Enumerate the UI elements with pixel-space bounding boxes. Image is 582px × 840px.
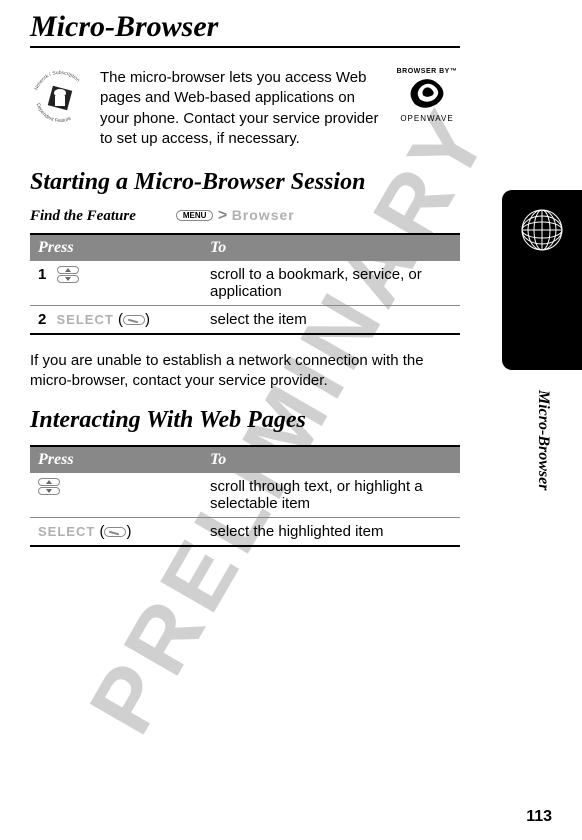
page-content: Micro-Browser Network / Subscription Dep… — [0, 0, 490, 547]
section-heading-starting: Starting a Micro-Browser Session — [30, 169, 460, 197]
side-tab — [502, 190, 582, 370]
paren-close: ) — [126, 523, 131, 540]
table-row: scroll through text, or highlight a sele… — [30, 473, 460, 518]
select-softkey-label: SELECT — [57, 312, 114, 327]
intro-row: Network / Subscription Dependent Feature… — [30, 68, 460, 149]
step-description: scroll through text, or highlight a sele… — [202, 473, 460, 518]
step-number: 2 — [38, 311, 46, 328]
step-number: 1 — [38, 266, 46, 283]
table-header-to: To — [202, 234, 460, 261]
find-the-feature-label: Find the Feature — [30, 208, 136, 225]
softkey-icon — [123, 315, 145, 325]
page-title: Micro-Browser — [30, 10, 460, 48]
instruction-table-1: Press To 1 scroll to a bookmark, service… — [30, 233, 460, 335]
after-table-paragraph: If you are unable to establish a network… — [30, 351, 460, 392]
table-row: SELECT () select the highlighted item — [30, 517, 460, 546]
globe-icon — [520, 208, 564, 252]
select-softkey-label: SELECT — [38, 524, 95, 539]
step-description: select the item — [202, 305, 460, 334]
table-header-press: Press — [30, 446, 202, 473]
scroll-key-icon — [57, 266, 79, 283]
down-arrow-icon — [38, 487, 60, 495]
intro-paragraph: The micro-browser lets you access Web pa… — [100, 68, 384, 149]
softkey-icon — [104, 527, 126, 537]
instruction-table-2: Press To scroll through text, or highlig… — [30, 445, 460, 547]
up-arrow-icon — [38, 478, 60, 486]
up-arrow-icon — [57, 266, 79, 274]
table-header-press: Press — [30, 234, 202, 261]
table-row: 2 SELECT () select the item — [30, 305, 460, 334]
breadcrumb-separator: > — [218, 207, 227, 224]
browser-by-label: BROWSER BY™ — [394, 68, 460, 75]
down-arrow-icon — [57, 275, 79, 283]
browser-menu-item: Browser — [232, 207, 295, 223]
find-the-feature-row: Find the Feature MENU > Browser — [30, 207, 460, 225]
paren-close: ) — [145, 311, 150, 328]
page-number: 113 — [526, 808, 552, 826]
browser-by-badge: BROWSER BY™ OPENWAVE — [394, 68, 460, 123]
scroll-key-icon — [38, 478, 60, 495]
network-subscription-dependent-feature-icon: Network / Subscription Dependent Feature — [30, 68, 90, 133]
table-header-to: To — [202, 446, 460, 473]
openwave-logo-icon — [402, 75, 452, 109]
side-section-label: Micro-Browser — [534, 390, 552, 490]
menu-key-icon: MENU — [176, 210, 214, 221]
step-description: scroll to a bookmark, service, or applic… — [202, 261, 460, 306]
section-heading-interacting: Interacting With Web Pages — [30, 407, 460, 435]
table-row: 1 scroll to a bookmark, service, or appl… — [30, 261, 460, 306]
openwave-label: OPENWAVE — [394, 114, 460, 123]
step-description: select the highlighted item — [202, 517, 460, 546]
